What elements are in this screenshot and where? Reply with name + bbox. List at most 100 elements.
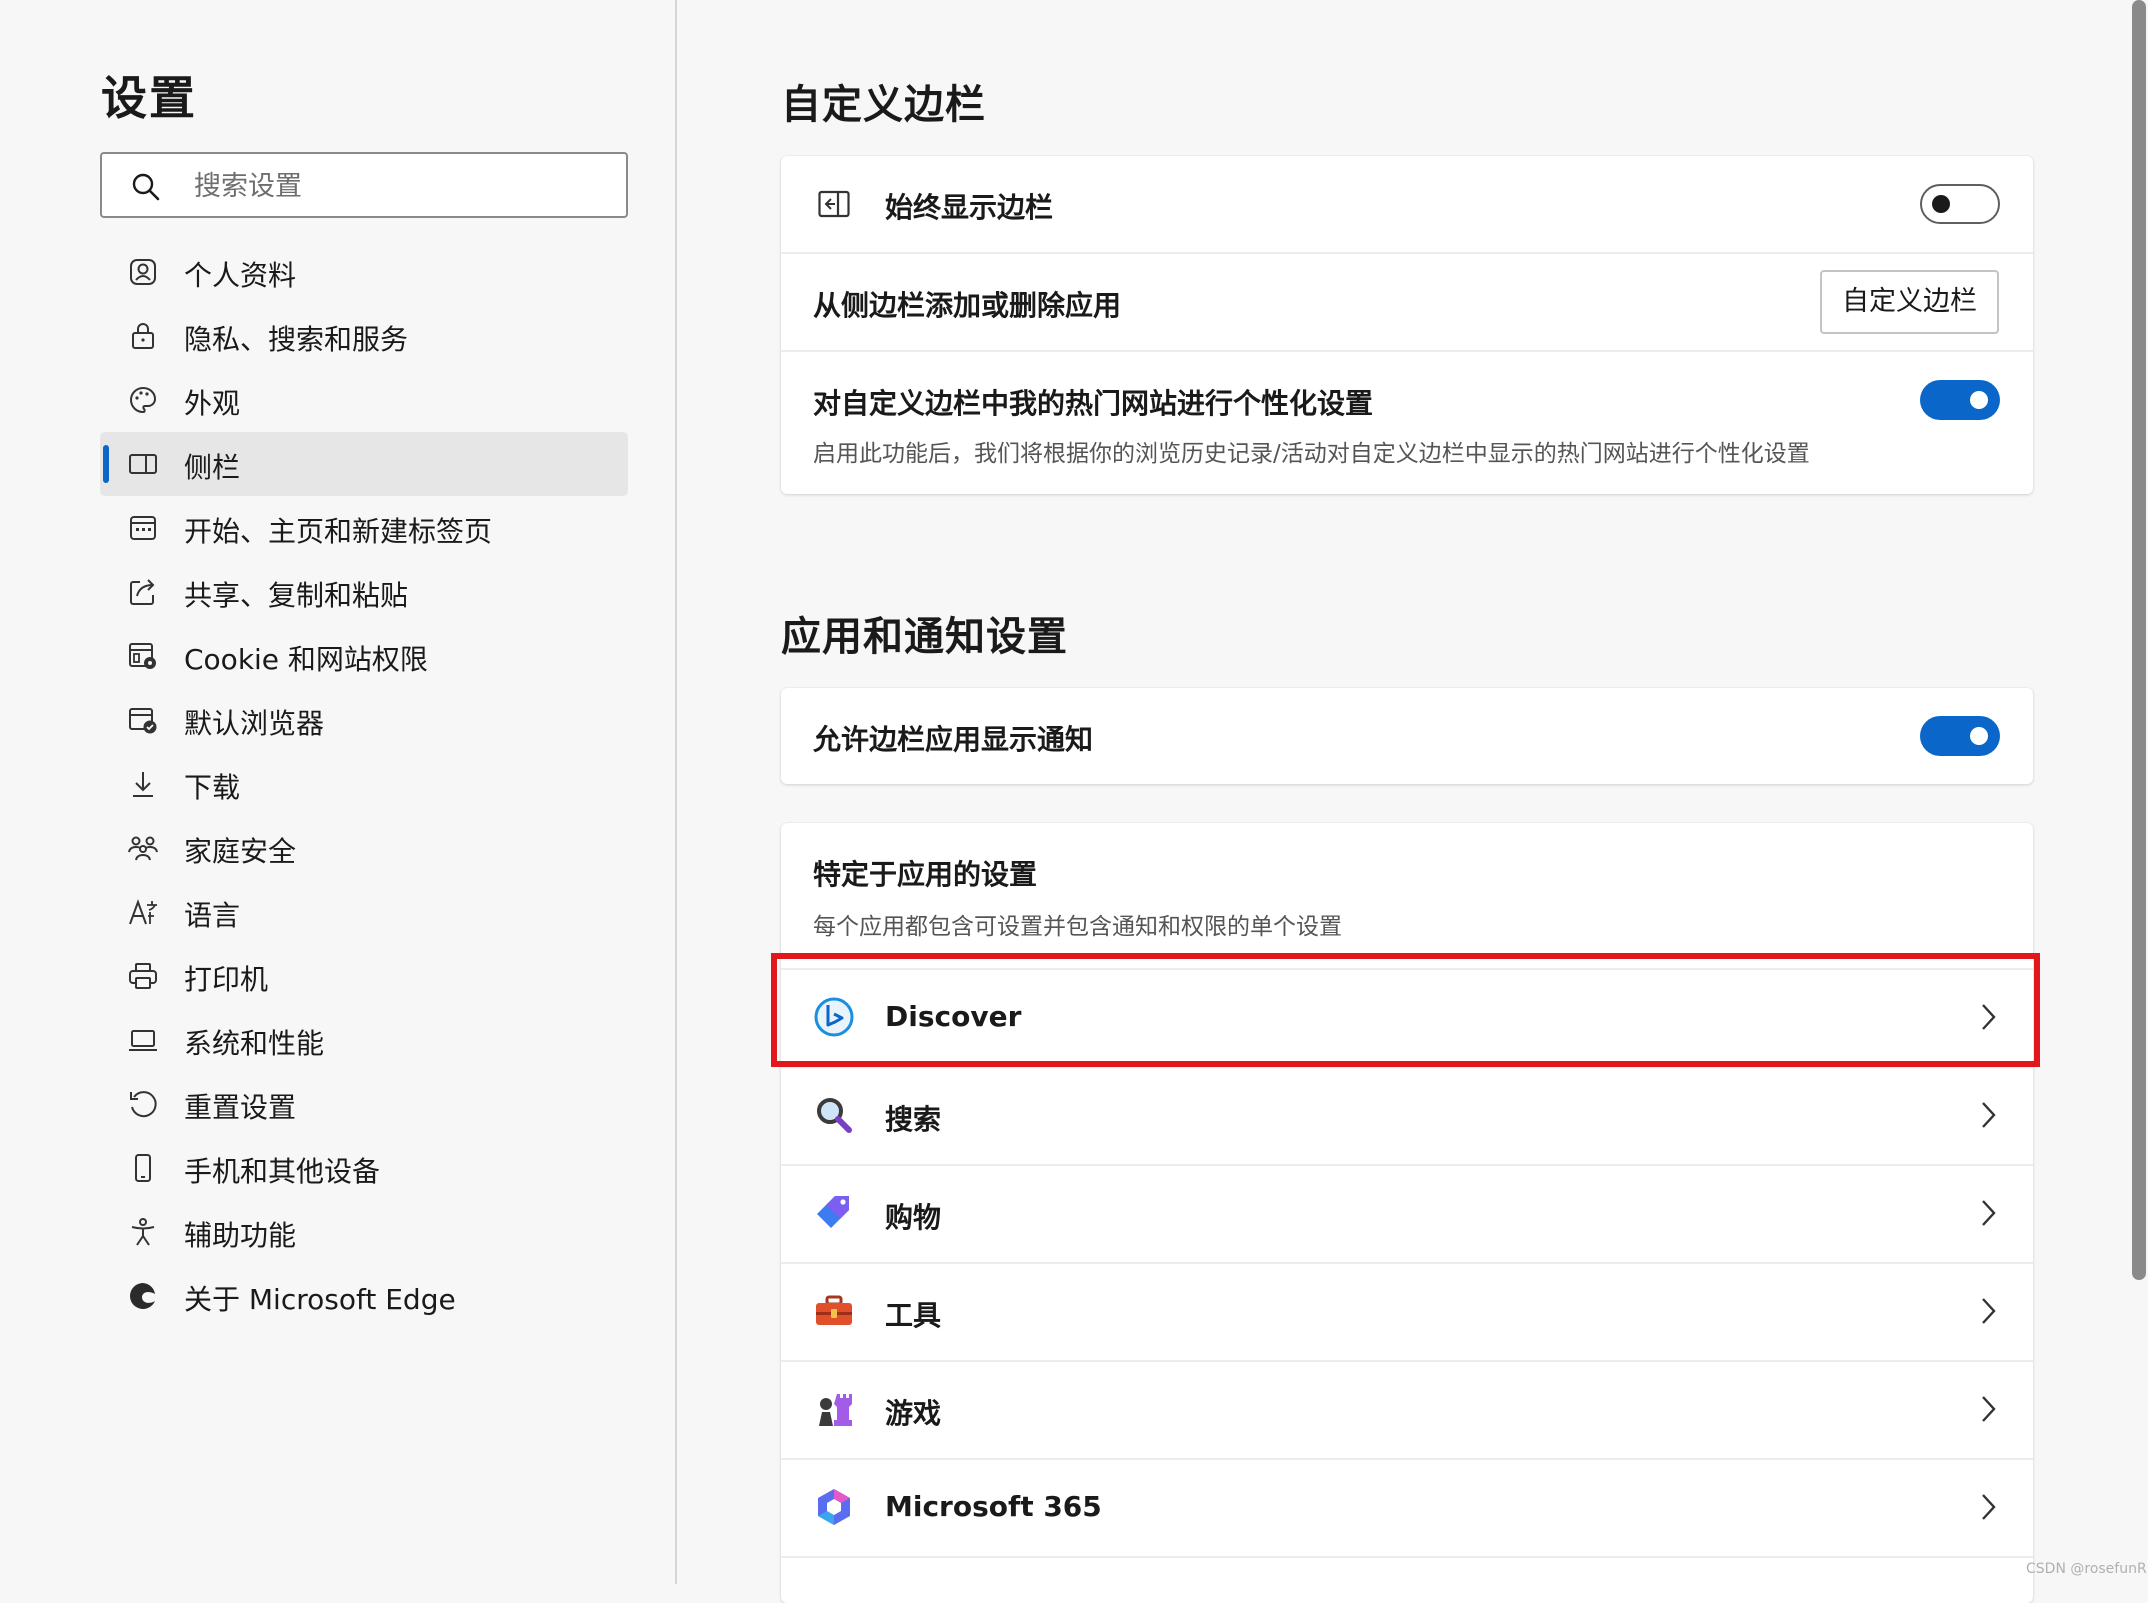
app-row-tools[interactable]: 工具 (781, 1264, 2033, 1360)
sidebar-item-system[interactable]: 系统和性能 (100, 1008, 628, 1072)
settings-title: 设置 (101, 71, 197, 125)
sidebar-item-label: 个人资料 (184, 259, 297, 292)
customize-card: 始终显示边栏 从侧边栏添加或删除应用 自定义边栏 对自定义边栏中我的热门网站进行… (781, 156, 2033, 494)
app-row-search[interactable]: 搜索 (781, 1068, 2033, 1164)
search-icon (132, 173, 160, 201)
sidebar-item-label: 关于 Microsoft Edge (184, 1283, 456, 1316)
share-icon (130, 579, 155, 605)
add-remove-row: 从侧边栏添加或删除应用 自定义边栏 (781, 254, 2033, 350)
app-label: 购物 (885, 1201, 942, 1234)
phone-icon (135, 1154, 151, 1182)
sidebar-item-default-browser[interactable]: 默认浏览器 (100, 688, 628, 752)
sidebar-item-about[interactable]: 关于 Microsoft Edge (100, 1264, 628, 1328)
sidebar-item-label: 打印机 (184, 963, 269, 996)
sidebar-item-share[interactable]: 共享、复制和粘贴 (100, 560, 628, 624)
divider (781, 1556, 2033, 1558)
default-browser-icon (129, 708, 157, 734)
sidebar-item-label: Cookie 和网站权限 (184, 643, 428, 676)
personalize-label: 对自定义边栏中我的热门网站进行个性化设置 (813, 387, 1374, 420)
app-row-discover[interactable]: Discover (781, 970, 2033, 1066)
page-scrollbar[interactable] (2132, 0, 2146, 1280)
sidebar-item-label: 隐私、搜索和服务 (184, 323, 409, 356)
bing-discover-icon (814, 997, 854, 1037)
sidebar-item-language[interactable]: 语言 (100, 880, 628, 944)
chess-icon (819, 1394, 852, 1426)
magnifier-icon (817, 1098, 852, 1133)
always-show-row: 始终显示边栏 (781, 156, 2033, 252)
toggle-knob (1932, 195, 1950, 213)
chevron-right-icon (1982, 1200, 1996, 1226)
app-label: Discover (885, 1000, 1022, 1033)
app-settings-title: 特定于应用的设置 (813, 858, 1038, 891)
allow-notifications-row: 允许边栏应用显示通知 (781, 688, 2033, 784)
sidebar-item-label: 侧栏 (184, 451, 241, 484)
family-icon (128, 836, 158, 861)
toggle-knob (1970, 727, 1988, 745)
sidebar-item-label: 辅助功能 (184, 1219, 297, 1252)
sidebar-item-reset[interactable]: 重置设置 (100, 1072, 628, 1136)
sidebar-item-label: 共享、复制和粘贴 (184, 579, 409, 612)
sidebar-item-label: 外观 (184, 387, 241, 420)
customize-section-title: 自定义边栏 (781, 82, 986, 128)
toolbox-icon (816, 1295, 852, 1325)
edge-logo-icon (130, 1283, 155, 1309)
add-remove-label: 从侧边栏添加或删除应用 (813, 289, 1122, 322)
notifications-card: 允许边栏应用显示通知 (781, 688, 2033, 784)
reset-icon (130, 1091, 157, 1118)
sidebar-item-accessibility[interactable]: 辅助功能 (100, 1200, 628, 1264)
app-label: 游戏 (885, 1397, 942, 1430)
sidebar-item-privacy[interactable]: 隐私、搜索和服务 (100, 304, 628, 368)
sidebar-item-cookies[interactable]: Cookie 和网站权限 (100, 624, 628, 688)
sidebar-item-sidebar[interactable]: 侧栏 (100, 432, 628, 496)
app-label: 搜索 (885, 1103, 942, 1136)
app-label: 工具 (885, 1299, 942, 1332)
app-row-microsoft-365[interactable]: Microsoft 365 (781, 1460, 2033, 1556)
microsoft-365-icon (818, 1489, 850, 1525)
app-row-shopping[interactable]: 购物 (781, 1166, 2033, 1262)
search-input[interactable] (192, 162, 616, 210)
sidebar-item-start-home[interactable]: 开始、主页和新建标签页 (100, 496, 628, 560)
laptop-icon (129, 1030, 157, 1051)
allow-notifications-label: 允许边栏应用显示通知 (813, 723, 1094, 756)
chevron-right-icon (1982, 1396, 1996, 1422)
palette-icon (130, 386, 157, 414)
sidebar-nav: 个人资料 隐私、搜索和服务 外观 侧栏 开始、主页和新建标签页 共享、复制和粘贴… (100, 240, 628, 1328)
customize-sidebar-button[interactable]: 自定义边栏 (1820, 270, 1999, 334)
always-show-label: 始终显示边栏 (885, 191, 1054, 224)
sidebar-show-icon (818, 190, 850, 218)
sidebar-item-label: 语言 (184, 899, 241, 932)
sidebar-item-appearance[interactable]: 外观 (100, 368, 628, 432)
allow-notifications-toggle[interactable] (1920, 716, 2000, 756)
personalize-toggle[interactable] (1920, 380, 2000, 420)
chevron-right-icon (1982, 1494, 1996, 1520)
personalize-row: 对自定义边栏中我的热门网站进行个性化设置 启用此功能后，我们将根据你的浏览历史记… (781, 352, 2033, 494)
sidebar-item-downloads[interactable]: 下载 (100, 752, 628, 816)
sidebar-item-printers[interactable]: 打印机 (100, 944, 628, 1008)
sidebar-item-label: 重置设置 (184, 1091, 297, 1124)
app-row-games[interactable]: 游戏 (781, 1362, 2033, 1458)
accessibility-icon (131, 1218, 155, 1246)
sidebar-item-label: 下载 (184, 771, 241, 804)
sidebar-item-phone[interactable]: 手机和其他设备 (100, 1136, 628, 1200)
sidebar-item-label: 系统和性能 (184, 1027, 325, 1060)
app-label: Microsoft 365 (885, 1490, 1102, 1523)
always-show-toggle[interactable] (1920, 184, 2000, 224)
sidebar-item-label: 手机和其他设备 (184, 1155, 381, 1188)
profile-icon (130, 259, 156, 285)
download-icon (133, 772, 153, 797)
sidebar-item-profile[interactable]: 个人资料 (100, 240, 628, 304)
main-content: 自定义边栏 始终显示边栏 从侧边栏添加或删除应用 自定义边栏 对自定义边栏中我的… (679, 0, 2148, 1603)
settings-sidebar: 设置 个人资料 隐私、搜索和服务 (0, 0, 677, 1584)
sidebar-item-family[interactable]: 家庭安全 (100, 816, 628, 880)
chevron-right-icon (1982, 1298, 1996, 1324)
watermark: CSDN @rosefunR (2026, 1561, 2147, 1577)
language-icon (129, 899, 157, 925)
printer-icon (129, 963, 157, 989)
home-tab-icon (130, 516, 156, 540)
app-settings-card: 特定于应用的设置 每个应用都包含可设置并包含通知和权限的单个设置 Discove… (781, 823, 2033, 1603)
search-box[interactable] (100, 152, 628, 218)
shopping-tag-icon (817, 1196, 849, 1228)
sidebar-item-label: 家庭安全 (184, 835, 297, 868)
chevron-right-icon (1982, 1102, 1996, 1128)
app-settings-description: 每个应用都包含可设置并包含通知和权限的单个设置 (813, 914, 1342, 940)
